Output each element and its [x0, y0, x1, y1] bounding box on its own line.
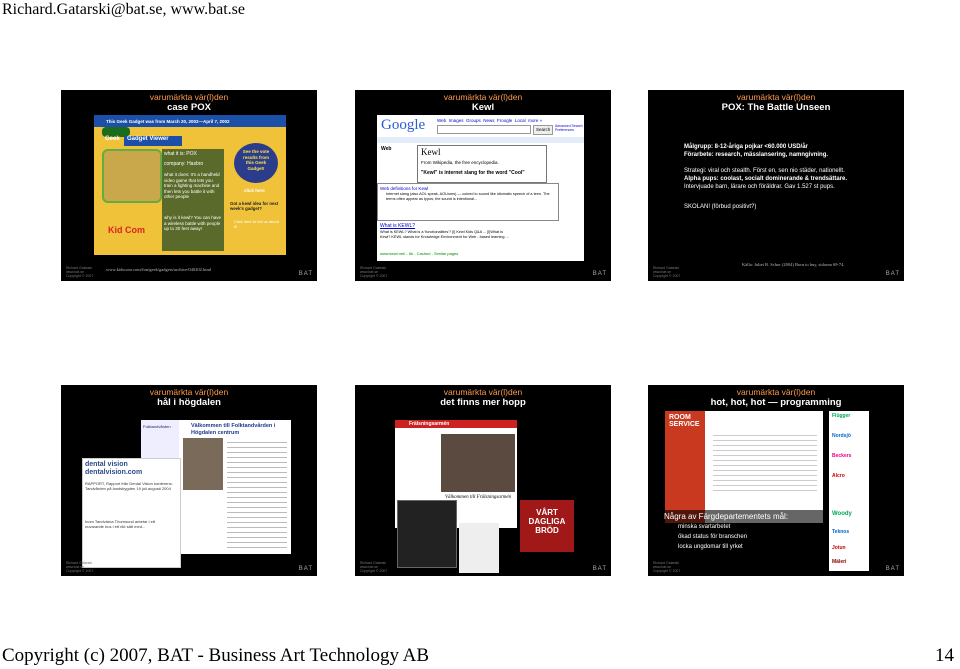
bat-logo-icon: BAT [885, 271, 900, 277]
rapport-text: RAPPORT, Rapport från Dental Vision konf… [85, 481, 173, 491]
vote-badge[interactable]: See the vote results from this Geek Gadg… [234, 143, 278, 183]
dentalvision-logo: dental vision dentalvision.com [85, 461, 143, 476]
volunteers-photo [441, 434, 515, 492]
sponsor-column: Flügger Nordsjö Beckers Alcro Woody Tekn… [829, 411, 869, 571]
slide-copyright: Richard Gatarski www.bat.se Copyright © 20… [360, 561, 388, 573]
sponsor-logo: Teknos [832, 529, 850, 535]
bat-logo-icon: BAT [592, 271, 607, 277]
goal-1: minska svartarbetet [678, 524, 731, 530]
slide-copyright: Richard Gatarski www.bat.se Copyright © 20… [66, 561, 94, 573]
folk-logo: Folktandvården [143, 424, 171, 429]
goals-heading: Några av Färgdepartementets mål: [664, 512, 789, 521]
sponsor-logo: Woody [832, 511, 852, 517]
slide-title: hot, hot, hot — programming [710, 397, 842, 408]
idea-click-link[interactable]: Click here to tell us about it! [234, 219, 280, 229]
dagligt-brod-banner: VÅRT DAGLIGA BRÖD [520, 500, 574, 552]
slide-det-finns-mer-hopp: varumärkta vär(l)den det finns mer hopp … [355, 385, 611, 576]
slide-title: Kewl [471, 102, 495, 113]
folk-heading: Välkommen till Folktandvården i Högdalen… [191, 423, 276, 436]
google-logo: Google [381, 117, 426, 133]
results-bar: Web [377, 137, 584, 152]
bat-logo-icon: BAT [298, 566, 313, 572]
bat-logo-icon: BAT [885, 566, 900, 572]
vote-click-link[interactable]: click here [244, 187, 265, 195]
bread-bag [459, 523, 499, 573]
gadget-what-is: what it is: POX [164, 151, 197, 157]
kidscom-banner: This Geek Gadget was from March 20, 2002… [106, 119, 230, 124]
school: SKOLAN! (förbud positivt?) [684, 204, 757, 210]
interviews: Intervjuade barn, lärare och föräldrar. … [684, 184, 835, 190]
slide-supertitle: varumärkta vär(l)den [443, 387, 523, 397]
bat-logo-icon: BAT [298, 271, 313, 277]
search-button[interactable]: Search [533, 125, 554, 135]
result-snippet: What is KEWL? What is a 'functionalities… [380, 230, 509, 239]
definitions-box: Web definitions for Kewl Internet slang … [377, 183, 559, 221]
gadget-company: company: Hasbro [164, 161, 204, 167]
page-header: Richard.Gatarski@bat.se, www.bat.se [2, 1, 245, 18]
gadget-image [102, 149, 162, 203]
google-tabs: Web Images Groups News Froogle Local mor… [437, 118, 543, 123]
slide-copyright: Richard Gatarski www.bat.se Copyright © 20… [66, 266, 94, 278]
goals-box: Några av Färgdepartementets mål: minska … [660, 510, 832, 562]
kidscom-screenshot: This Geek Gadget was from March 20, 2002… [94, 115, 286, 255]
source-citation: Källa: Juliet B. Schor (2004) Born to bu… [742, 262, 845, 267]
sponsor-logo: Beckers [832, 453, 852, 459]
slide-title: hål i högdalen [157, 397, 221, 408]
sponsor-logo: Mäleri [832, 559, 847, 565]
page-number: 14 [935, 645, 954, 666]
slide-copyright: Richard Gatarski www.bat.se Copyright © 20… [360, 266, 388, 278]
bat-logo-icon: BAT [592, 566, 607, 572]
slide-hot-programming: varumärkta vär(l)den hot, hot, hot — pro… [648, 385, 904, 576]
page-footer-copyright: Copyright (c) 2007, BAT - Business Art T… [2, 645, 430, 666]
slide-case-pox: varumärkta vär(l)den case POX This Geek … [61, 90, 317, 281]
search-input[interactable] [437, 125, 531, 134]
fa-heading: Frälsningsarmén [409, 421, 450, 427]
kidscom-logo: Kid Com [108, 225, 145, 235]
alpha-pups: Alpha pups: coolast, socialt dominerande… [684, 176, 848, 182]
slide-copyright: Richard Gatarski www.bat.se Copyright © 20… [653, 266, 681, 278]
roomservice-screenshot: ROOM SERVICE [665, 411, 823, 523]
dentalvision-screenshot: dental vision dentalvision.com RAPPORT, … [82, 458, 181, 568]
slide-title: case POX [167, 102, 211, 113]
slide-pox-battle: varumärkta vär(l)den POX: The Battle Uns… [648, 90, 904, 281]
sponsor-logo: Nordsjö [832, 433, 851, 439]
sponsor-logo: Alcro [832, 473, 845, 479]
sponsor-logo: Flügger [832, 413, 851, 419]
roomservice-logo: ROOM SERVICE [669, 414, 700, 428]
slide-supertitle: varumärkta vär(l)den [149, 92, 229, 102]
slide-supertitle: varumärkta vär(l)den [149, 387, 229, 397]
preparation: Förarbete: research, mässlansering, namn… [684, 152, 829, 158]
goal-3: locka ungdomar till yrket [678, 544, 743, 550]
sponsor-logo: Jotun [832, 545, 846, 551]
slide-kewl: varumärkta vär(l)den Kewl Google Web Ima… [355, 90, 611, 281]
slide-title: det finns mer hopp [440, 397, 526, 408]
goal-2: ökad status för branschen [678, 534, 748, 540]
slide-copyright: Richard Gatarski www.bat.se Copyright © 20… [653, 561, 681, 573]
slide-hal-i-hogdalen: varumärkta vär(l)den hål i högdalen Folk… [61, 385, 317, 576]
dentist-photo [183, 438, 223, 490]
advanced-search-link[interactable]: Advanced Search Preferences [555, 124, 583, 132]
poster-dark [397, 500, 457, 568]
quote-text: Inom Tandvärna Thornsund arbetar i ett n… [85, 519, 156, 529]
gadget-what-does: what it does: It's a handheld video game… [164, 172, 220, 199]
source-url: www.kidscom.com/fun/geek/gadgets/archive… [106, 267, 212, 272]
gadget-viewer-tab: Gadget Viewer [124, 136, 182, 146]
result-url[interactable]: www.kewl.net/ - 6k - Cached - Similar pa… [380, 250, 458, 258]
idea-prompt: Got a kewl idea for next week's gadget? [230, 201, 279, 211]
slide-title: POX: The Battle Unseen [721, 102, 831, 113]
gadget-why: why is it kewl? You can have a wireless … [164, 215, 222, 231]
google-screenshot: Google Web Images Groups News Froogle Lo… [377, 115, 584, 261]
slide-supertitle: varumärkta vär(l)den [443, 92, 523, 102]
slide-supertitle: varumärkta vär(l)den [736, 387, 816, 397]
slide-supertitle: varumärkta vär(l)den [736, 92, 816, 102]
target-group: Målgrupp: 8-12-åriga pojkar <60.000 USD/… [684, 144, 808, 150]
strategy: Strategi: viral och stealth. Först en, s… [684, 168, 845, 174]
wikipedia-popup: Kewl From Wikipedia, the free encycloped… [417, 145, 547, 183]
